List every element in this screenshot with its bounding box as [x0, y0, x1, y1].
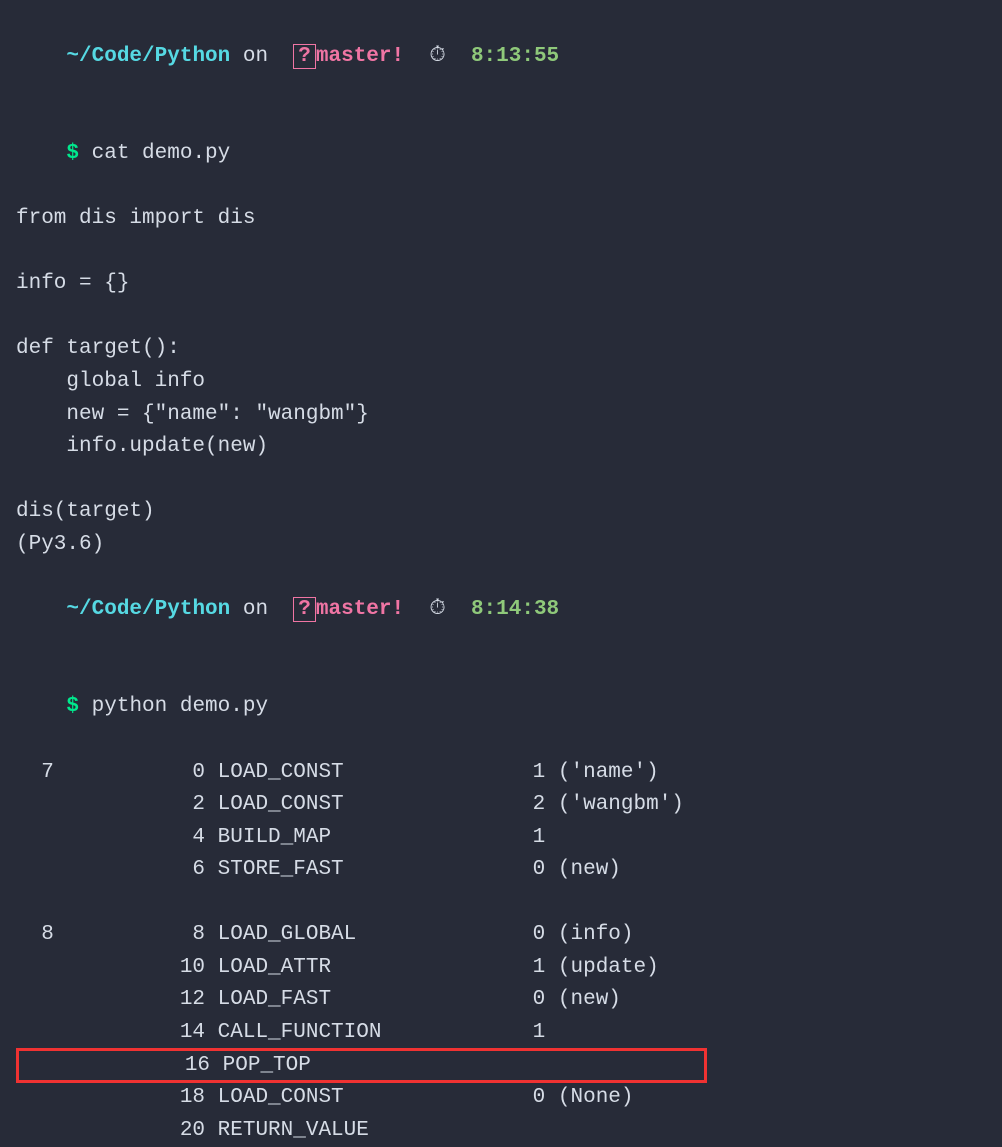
clock-icon: ⏱ — [429, 45, 445, 68]
command-line-2[interactable]: $ python demo.py — [16, 659, 986, 757]
timestamp: 8:14:38 — [471, 598, 559, 621]
source-line: global info — [16, 366, 986, 399]
dis-line: 2 LOAD_CONST 2 ('wangbm') — [16, 789, 986, 822]
source-line: info = {} — [16, 268, 986, 301]
cwd-path: ~/Code/Python — [66, 45, 230, 68]
highlight-box: 16 POP_TOP — [16, 1048, 707, 1083]
on-text: on — [230, 45, 280, 68]
source-line — [16, 464, 986, 497]
source-line: (Py3.6) — [16, 529, 986, 562]
source-line: from dis import dis — [16, 203, 986, 236]
command-text: python demo.py — [92, 695, 268, 718]
command-line-1[interactable]: $ cat demo.py — [16, 106, 986, 204]
timestamp: 8:13:55 — [471, 45, 559, 68]
cwd-path: ~/Code/Python — [66, 598, 230, 621]
source-line — [16, 301, 986, 334]
branch-status-icon: ? — [293, 44, 316, 69]
dis-line — [16, 887, 986, 920]
dis-line: 20 RETURN_VALUE — [16, 1115, 986, 1147]
branch-status-icon: ? — [293, 597, 316, 622]
dis-line: 7 0 LOAD_CONST 1 ('name') — [16, 757, 986, 790]
branch-name: master! — [316, 598, 404, 621]
terminal-output: ~/Code/Python on ?master! ⏱ 8:13:55 $ ca… — [16, 8, 986, 1147]
prompt-dollar: $ — [66, 142, 91, 165]
source-line: info.update(new) — [16, 431, 986, 464]
dis-line-highlighted: 16 POP_TOP — [16, 1050, 986, 1083]
prompt-line-1: ~/Code/Python on ?master! ⏱ 8:13:55 — [16, 8, 986, 106]
clock-icon: ⏱ — [429, 598, 445, 621]
dis-line: 4 BUILD_MAP 1 — [16, 822, 986, 855]
source-line: new = {"name": "wangbm"} — [16, 399, 986, 432]
on-text: on — [230, 598, 280, 621]
prompt-dollar: $ — [66, 695, 91, 718]
dis-line: 14 CALL_FUNCTION 1 — [16, 1017, 986, 1050]
dis-line: 10 LOAD_ATTR 1 (update) — [16, 952, 986, 985]
dis-line: 8 8 LOAD_GLOBAL 0 (info) — [16, 919, 986, 952]
dis-line: 18 LOAD_CONST 0 (None) — [16, 1082, 986, 1115]
command-text: cat demo.py — [92, 142, 231, 165]
source-line: def target(): — [16, 333, 986, 366]
dis-line: 12 LOAD_FAST 0 (new) — [16, 984, 986, 1017]
source-line — [16, 236, 986, 269]
prompt-line-2: ~/Code/Python on ?master! ⏱ 8:14:38 — [16, 561, 986, 659]
source-line: dis(target) — [16, 496, 986, 529]
branch-name: master! — [316, 45, 404, 68]
dis-line: 6 STORE_FAST 0 (new) — [16, 854, 986, 887]
